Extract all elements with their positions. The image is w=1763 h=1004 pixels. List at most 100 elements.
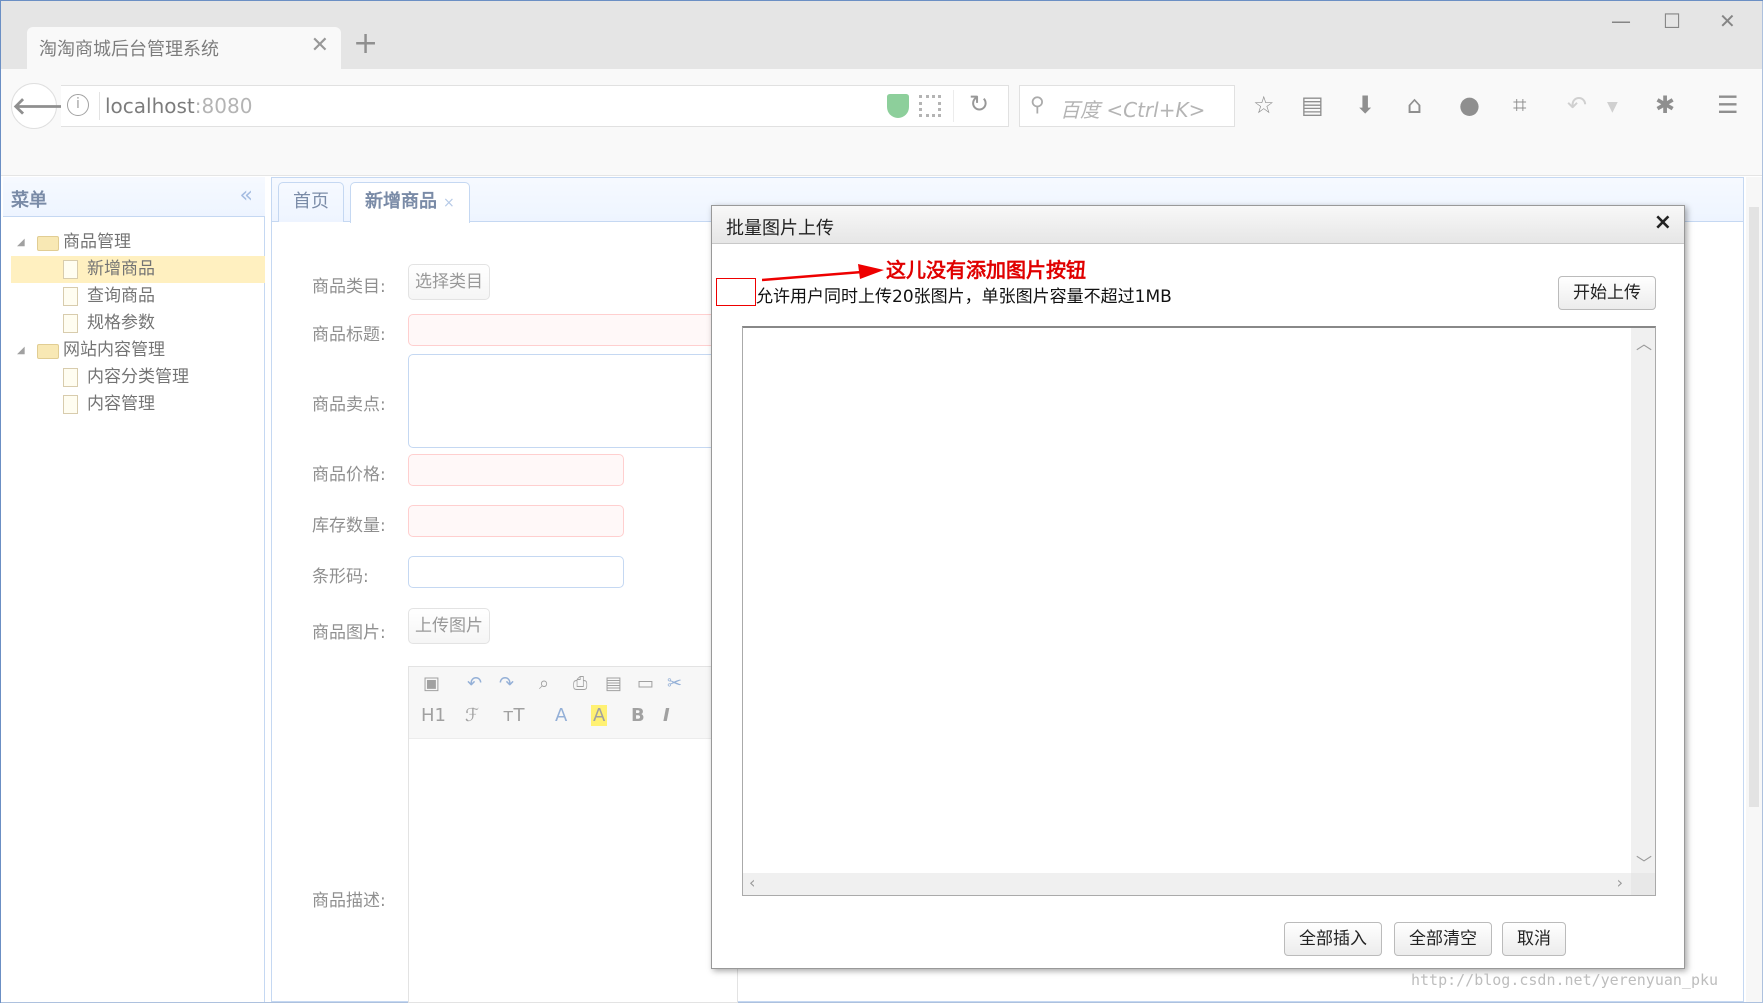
barcode-input[interactable] <box>408 556 624 588</box>
highlight-icon[interactable]: A <box>591 705 608 726</box>
cut-icon[interactable]: ✂ <box>667 673 682 694</box>
folder-icon <box>37 236 59 251</box>
bug-icon[interactable]: ✱ <box>1655 91 1675 119</box>
browser-window: 淘淘商城后台管理系统 ✕ + — ☐ ✕ 🡐 i localhost:8080 … <box>0 0 1763 1004</box>
annotation-text: 这儿没有添加图片按钮 <box>886 258 1086 282</box>
file-icon <box>63 395 78 414</box>
source-icon[interactable]: ▣ <box>423 673 440 694</box>
download-icon[interactable]: ⬇ <box>1355 91 1375 119</box>
font-size-icon[interactable]: тT <box>503 705 524 726</box>
file-icon <box>63 314 78 333</box>
minimize-icon[interactable]: — <box>1611 9 1631 33</box>
tree-node-label: 商品管理 <box>63 232 131 252</box>
tab-home[interactable]: 首页 <box>278 182 344 222</box>
title-label: 商品标题: <box>312 325 386 345</box>
tree-node-content-mgmt[interactable]: ◢ 网站内容管理 <box>3 337 265 364</box>
undo-icon[interactable]: ↶ <box>1567 91 1587 119</box>
search-input[interactable]: ⚲ 百度 <Ctrl+K> <box>1019 85 1235 127</box>
preview-icon[interactable]: ⌕ <box>539 673 549 694</box>
bold-icon[interactable]: B <box>631 705 645 726</box>
sell-point-textarea[interactable] <box>408 354 738 448</box>
reload-icon[interactable]: ↻ <box>969 90 989 118</box>
folder-icon <box>37 344 59 359</box>
description-editor[interactable]: ▣ ↶ ↷ ⌕ ⎙ ▤ ▭ ✂ H1 ℱ тT A A B I <box>408 666 738 1003</box>
title-input[interactable] <box>408 314 738 346</box>
italic-icon[interactable]: I <box>663 705 670 726</box>
tree-node-label: 内容分类管理 <box>87 367 189 387</box>
bookmark-star-icon[interactable]: ☆ <box>1253 91 1275 119</box>
tree-node-query-product[interactable]: 查询商品 <box>3 283 265 310</box>
reading-list-icon[interactable]: ▤ <box>1301 91 1324 119</box>
tree-node-content-category[interactable]: 内容分类管理 <box>3 364 265 391</box>
stock-input[interactable] <box>408 505 624 537</box>
dialog-title: 批量图片上传 <box>726 218 834 239</box>
fore-color-icon[interactable]: A <box>555 705 567 726</box>
browser-tab[interactable]: 淘淘商城后台管理系统 ✕ <box>27 27 341 69</box>
url-bar[interactable]: i localhost:8080 ↻ <box>61 85 1009 127</box>
upload-limit-note: 允许用户同时上传20张图片，单张图片容量不超过1MB <box>756 287 1172 307</box>
tab-label: 新增商品 <box>365 191 437 212</box>
crop-icon[interactable]: ⌗ <box>1513 91 1527 119</box>
tree-expand-icon[interactable]: ◢ <box>17 229 25 256</box>
scroll-left-icon[interactable]: ‹ <box>749 873 755 892</box>
list-horizontal-scrollbar[interactable]: ‹ › <box>743 873 1633 895</box>
info-icon[interactable]: i <box>67 94 89 116</box>
barcode-label: 条形码: <box>312 567 369 587</box>
code-icon[interactable]: ▭ <box>637 673 654 694</box>
sidebar-title: 菜单 <box>11 190 47 211</box>
shield-icon[interactable] <box>887 94 909 118</box>
tree-node-content[interactable]: 内容管理 <box>3 391 265 418</box>
scroll-right-icon[interactable]: › <box>1617 873 1623 892</box>
url-port: :8080 <box>194 94 253 118</box>
scroll-down-icon[interactable]: ﹀ <box>1636 850 1652 874</box>
insert-all-button[interactable]: 全部插入 <box>1284 922 1382 956</box>
file-icon <box>63 368 78 387</box>
upload-image-button[interactable]: 上传图片 <box>408 608 490 644</box>
url-separator <box>99 92 100 120</box>
cancel-button[interactable]: 取消 <box>1502 922 1566 956</box>
image-list-area[interactable]: ︿ ﹀ ‹ › <box>742 326 1656 896</box>
tree-expand-icon[interactable]: ◢ <box>17 337 25 364</box>
page-scrollbar[interactable] <box>1746 177 1762 1002</box>
dropdown-icon[interactable]: ▼ <box>1607 99 1618 115</box>
tree-node-product-mgmt[interactable]: ◢ 商品管理 <box>3 229 265 256</box>
chat-icon[interactable]: ● <box>1459 91 1480 119</box>
tree-node-label: 查询商品 <box>87 286 155 306</box>
start-upload-button[interactable]: 开始上传 <box>1558 276 1656 310</box>
list-vertical-scrollbar[interactable]: ︿ ﹀ <box>1631 328 1655 876</box>
tree-node-label: 网站内容管理 <box>63 340 165 360</box>
tree-node-add-product[interactable]: 新增商品 <box>11 256 265 283</box>
price-input[interactable] <box>408 454 624 486</box>
price-label: 商品价格: <box>312 465 386 485</box>
redo-icon[interactable]: ↷ <box>499 673 514 694</box>
menu-icon[interactable]: ☰ <box>1717 91 1739 119</box>
collapse-icon[interactable]: « <box>240 183 253 208</box>
tree-node-label: 新增商品 <box>87 259 155 279</box>
heading-icon[interactable]: H1 <box>421 705 446 726</box>
new-tab-icon[interactable]: + <box>353 29 378 59</box>
print-icon[interactable]: ⎙ <box>573 673 587 694</box>
clear-all-button[interactable]: 全部清空 <box>1394 922 1492 956</box>
window-close-icon[interactable]: ✕ <box>1719 9 1736 33</box>
tree-node-label: 内容管理 <box>87 394 155 414</box>
scroll-up-icon[interactable]: ︿ <box>1636 330 1652 354</box>
qr-code-icon[interactable] <box>919 95 941 117</box>
undo-icon[interactable]: ↶ <box>467 673 482 694</box>
home-icon[interactable]: ⌂ <box>1407 91 1422 119</box>
close-icon[interactable]: × <box>1654 210 1672 235</box>
sell-point-label: 商品卖点: <box>312 395 386 415</box>
font-family-icon[interactable]: ℱ <box>465 705 479 726</box>
tab-add-product[interactable]: 新增商品 × <box>350 182 470 223</box>
tree-node-spec-params[interactable]: 规格参数 <box>3 310 265 337</box>
url-text[interactable]: localhost:8080 <box>105 94 252 118</box>
maximize-icon[interactable]: ☐ <box>1663 9 1681 33</box>
back-arrow-icon[interactable]: 🡐 <box>11 83 76 129</box>
menu-tree: ◢ 商品管理 新增商品 查询商品 规格参数 ◢ 网站内容管理 内容分类管理 内容… <box>3 229 265 418</box>
browser-tab-title: 淘淘商城后台管理系统 <box>39 39 219 60</box>
close-tab-icon[interactable]: × <box>443 195 455 211</box>
template-icon[interactable]: ▤ <box>605 673 622 694</box>
close-tab-icon[interactable]: ✕ <box>311 33 329 58</box>
sidebar: 菜单 « ◢ 商品管理 新增商品 查询商品 规格参数 ◢ 网站内容管理 内容分类… <box>3 177 265 1002</box>
select-category-button[interactable]: 选择类目 <box>408 264 490 300</box>
page-scrollbar-thumb[interactable] <box>1749 207 1759 807</box>
